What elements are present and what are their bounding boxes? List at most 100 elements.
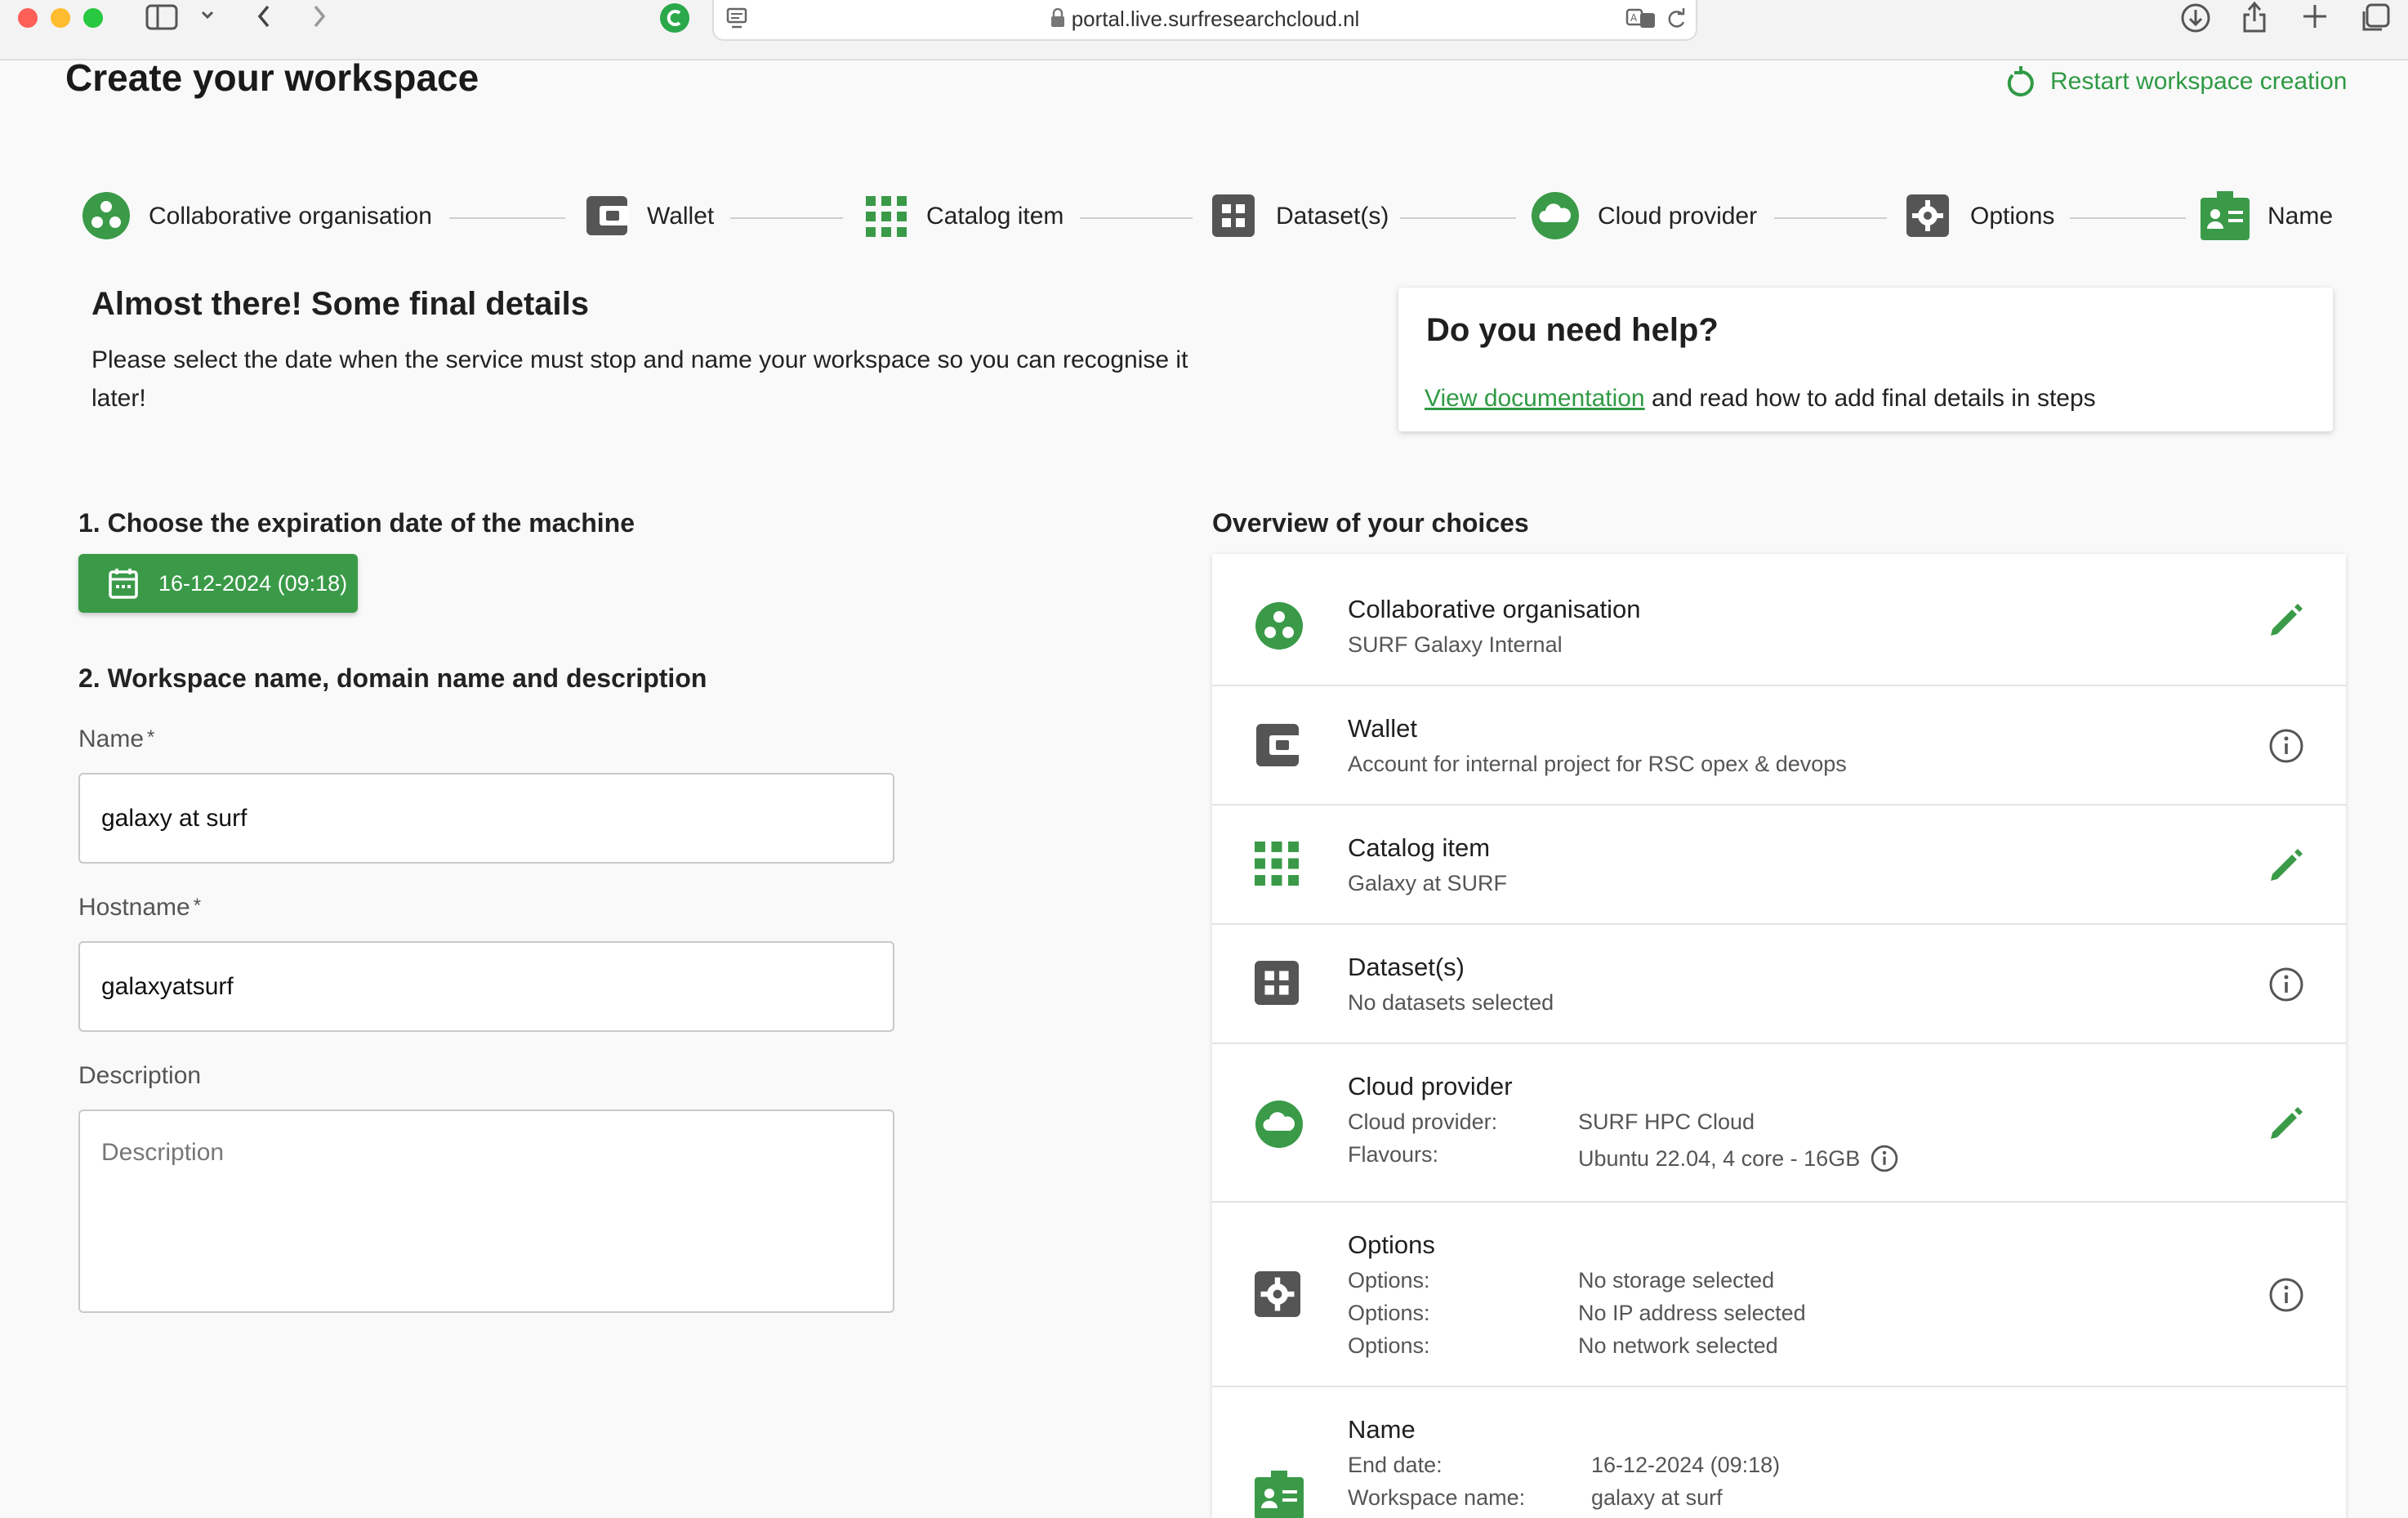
back-icon[interactable] [253, 2, 274, 31]
downloads-icon[interactable] [2179, 2, 2212, 34]
overview-value: SURF Galaxy Internal [1348, 632, 1563, 657]
help-text: View documentation and read how to add f… [1425, 385, 2096, 412]
overview-title: Cloud provider [1348, 1072, 1513, 1101]
lock-icon [1050, 8, 1065, 28]
close-window-button[interactable] [18, 8, 38, 28]
wallet-icon [1255, 722, 1304, 771]
overview-row-datasets: Dataset(s) No datasets selected [1212, 925, 2346, 1044]
catalog-grid-icon [1255, 842, 1304, 891]
step-connector [1400, 217, 1516, 219]
help-title: Do you need help? [1426, 312, 1719, 348]
browser-toolbar: portal.live.surfresearchcloud.nl A [0, 0, 2408, 60]
overview-row-catalog-item: Catalog item Galaxy at SURF [1212, 806, 2346, 925]
step-label-collaborative-organisation[interactable]: Collaborative organisation [149, 203, 432, 230]
intro-text: Please select the date when the service … [91, 346, 1188, 412]
overview-title: Catalog item [1348, 833, 1491, 862]
overview-value: No datasets selected [1348, 990, 1554, 1015]
info-icon[interactable] [2268, 727, 2305, 765]
info-icon[interactable] [2268, 1276, 2305, 1314]
restart-label: Restart workspace creation [2050, 68, 2348, 95]
collaborative-organisation-icon [82, 191, 131, 240]
name-input[interactable] [78, 773, 894, 864]
edit-pencil-icon[interactable] [2268, 601, 2305, 639]
new-tab-icon[interactable] [2300, 2, 2330, 31]
extension-icon[interactable] [658, 2, 691, 34]
id-badge-icon [2201, 191, 2250, 240]
dataset-icon [1255, 961, 1304, 1010]
hostname-label: Hostname * [78, 894, 202, 921]
name-label: Name * [78, 726, 155, 752]
page-title: Create your workspace [65, 56, 479, 99]
gear-icon [1906, 194, 1949, 237]
description-label: Description [78, 1062, 202, 1089]
overview-value: 16-12-2024 (09:18) [1591, 1453, 1781, 1477]
description-textarea[interactable]: Description [78, 1109, 894, 1313]
overview-label: Options: [1348, 1333, 1430, 1358]
overview-title: Dataset(s) [1348, 953, 1465, 981]
catalog-grid-icon [866, 196, 907, 237]
share-icon[interactable] [2240, 0, 2269, 34]
step-connector [449, 217, 565, 219]
info-icon[interactable] [1870, 1144, 1899, 1173]
overview-label: Options: [1348, 1301, 1430, 1325]
intro-title: Almost there! Some final details [91, 286, 590, 322]
step-label-catalog-item[interactable]: Catalog item [926, 203, 1064, 230]
collaborative-organisation-icon [1255, 601, 1304, 650]
translate-icon[interactable]: A [1625, 7, 1658, 31]
step-connector [1774, 217, 1887, 219]
sidebar-toggle-icon[interactable] [145, 3, 178, 31]
forward-icon[interactable] [309, 2, 330, 31]
view-documentation-link[interactable]: View documentation [1425, 385, 1645, 412]
restart-workspace-button[interactable]: Restart workspace creation [2004, 65, 2348, 98]
overview-value: Account for internal project for RSC ope… [1348, 752, 1847, 776]
overview-value: No IP address selected [1578, 1301, 1806, 1325]
overview-title: Wallet [1348, 714, 1417, 743]
dataset-icon [1212, 194, 1255, 237]
svg-text:A: A [1630, 12, 1638, 24]
overview-title: Name [1348, 1415, 1416, 1444]
wallet-icon [585, 194, 631, 237]
overview-panel: Collaborative organisation SURF Galaxy I… [1212, 554, 2346, 1518]
step-label-options[interactable]: Options [1970, 203, 2054, 230]
overview-value: No network selected [1578, 1333, 1778, 1358]
overview-value: No storage selected [1578, 1268, 1775, 1293]
reload-icon[interactable] [1665, 7, 1688, 31]
overview-row-cloud-provider: Cloud provider Cloud provider: SURF HPC … [1212, 1044, 2346, 1203]
tab-overview-icon[interactable] [2359, 2, 2392, 34]
overview-value: SURF HPC Cloud [1578, 1109, 1755, 1134]
expiration-date-button[interactable]: 16-12-2024 (09:18) [78, 554, 358, 613]
overview-label: End date: [1348, 1453, 1443, 1477]
stepper: Collaborative organisation Wallet Catalo… [0, 188, 2408, 245]
chevron-down-icon[interactable] [199, 7, 216, 23]
step-label-cloud-provider[interactable]: Cloud provider [1598, 203, 1757, 230]
step-label-wallet[interactable]: Wallet [647, 203, 714, 230]
restart-icon [2004, 65, 2036, 98]
overview-heading: Overview of your choices [1212, 508, 1529, 538]
overview-value: Galaxy at SURF [1348, 871, 1508, 895]
overview-label: Flavours: [1348, 1142, 1439, 1167]
cloud-icon [1255, 1100, 1304, 1149]
workspace-heading: 2. Workspace name, domain name and descr… [78, 663, 707, 693]
overview-title: Collaborative organisation [1348, 595, 1641, 623]
edit-pencil-icon[interactable] [2268, 1105, 2305, 1142]
url-text: portal.live.surfresearchcloud.nl [1071, 7, 1360, 31]
info-icon[interactable] [2268, 966, 2305, 1003]
step-connector [1080, 217, 1193, 219]
overview-row-options: Options Options: No storage selected Opt… [1212, 1203, 2346, 1387]
minimize-window-button[interactable] [51, 8, 70, 28]
expiration-heading: 1. Choose the expiration date of the mac… [78, 508, 635, 538]
step-label-datasets[interactable]: Dataset(s) [1276, 203, 1389, 230]
help-card: Do you need help? View documentation and… [1398, 288, 2333, 431]
overview-label: Workspace name: [1348, 1485, 1526, 1510]
overview-row-collaborative-organisation: Collaborative organisation SURF Galaxy I… [1212, 554, 2346, 686]
step-connector [2070, 217, 2186, 219]
edit-pencil-icon[interactable] [2268, 846, 2305, 884]
address-bar[interactable]: portal.live.surfresearchcloud.nl A [712, 0, 1697, 41]
hostname-input[interactable] [78, 941, 894, 1032]
overview-label: Options: [1348, 1268, 1430, 1293]
overview-row-name: Name End date: 16-12-2024 (09:18) Worksp… [1212, 1387, 2346, 1518]
step-label-name[interactable]: Name [2268, 203, 2333, 230]
gear-icon [1255, 1271, 1304, 1320]
overview-value-flavour: Ubuntu 22.04, 4 core - 16GB [1578, 1144, 1899, 1173]
zoom-window-button[interactable] [83, 8, 103, 28]
